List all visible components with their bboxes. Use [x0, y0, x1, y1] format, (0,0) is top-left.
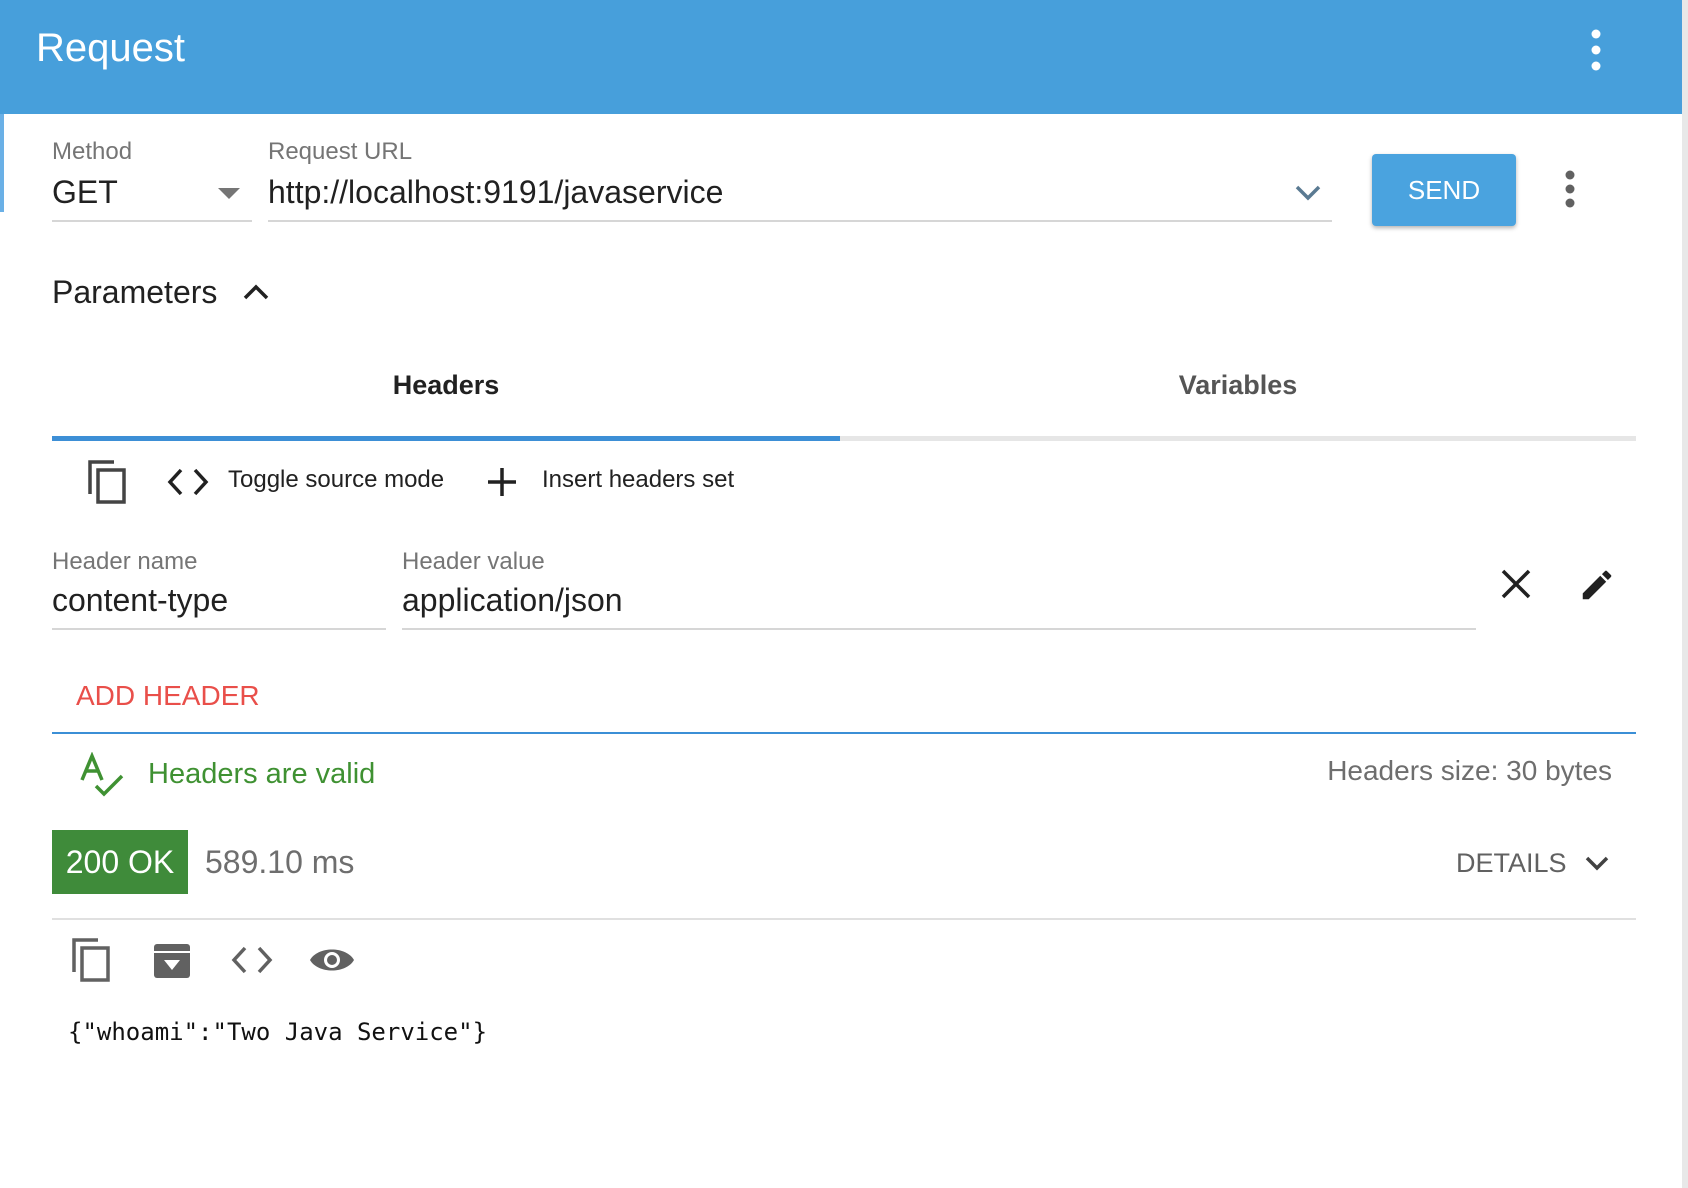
header-value-underline	[402, 628, 1476, 630]
header-name-input[interactable]: content-type	[52, 580, 386, 630]
details-label: DETAILS	[1456, 848, 1567, 878]
window-edge	[1682, 0, 1688, 1188]
save-archive-icon[interactable]	[152, 940, 192, 980]
focus-edge	[0, 114, 4, 212]
copy-response-icon[interactable]	[70, 936, 112, 984]
status-badge: 200 OK	[52, 830, 188, 894]
tab-headers[interactable]: Headers	[52, 370, 840, 410]
spellcheck-valid-icon	[78, 752, 126, 798]
code-icon[interactable]	[166, 466, 210, 498]
tab-variables[interactable]: Variables	[840, 370, 1636, 410]
header-value-input[interactable]: application/json	[402, 580, 1476, 630]
response-body: {"whoami":"Two Java Service"}	[68, 1018, 488, 1046]
parameters-title: Parameters	[52, 274, 218, 310]
chevron-down-icon[interactable]	[1294, 184, 1322, 202]
url-value: http://localhost:9191/javaservice	[268, 174, 724, 210]
header-value-label: Header value	[402, 548, 545, 575]
copy-icon[interactable]	[86, 458, 128, 506]
tab-indicator	[52, 436, 840, 441]
app-title: Request	[36, 26, 185, 70]
header-name-label: Header name	[52, 548, 198, 575]
headers-size-text: Headers size: 30 bytes	[1327, 755, 1612, 786]
request-options-icon[interactable]	[1560, 170, 1580, 210]
toggle-source-mode-button[interactable]: Toggle source mode	[228, 466, 444, 494]
header-name-underline	[52, 628, 386, 630]
dropdown-arrow-icon	[218, 188, 240, 200]
add-header-button[interactable]: ADD HEADER	[76, 680, 260, 712]
header-value-value: application/json	[402, 582, 623, 618]
url-label: Request URL	[268, 138, 413, 165]
response-divider	[52, 918, 1636, 920]
eye-preview-icon[interactable]	[308, 944, 356, 976]
insert-headers-set-button[interactable]: Insert headers set	[542, 466, 734, 494]
response-time: 589.10 ms	[205, 844, 355, 880]
method-value: GET	[52, 174, 118, 210]
url-input[interactable]: http://localhost:9191/javaservice	[268, 170, 1332, 224]
chevron-up-icon[interactable]	[242, 282, 270, 302]
code-view-icon[interactable]	[230, 944, 274, 976]
more-vert-icon[interactable]	[1576, 26, 1616, 76]
headers-valid-text: Headers are valid	[148, 758, 376, 790]
edit-pencil-icon[interactable]	[1578, 566, 1616, 604]
url-underline	[268, 220, 1332, 222]
method-select[interactable]: GET	[52, 170, 252, 224]
plus-icon[interactable]	[486, 466, 518, 498]
send-button[interactable]: SEND	[1372, 154, 1516, 226]
app-bar: Request	[0, 0, 1688, 114]
close-icon[interactable]	[1500, 568, 1532, 600]
method-underline	[52, 220, 252, 222]
header-name-value: content-type	[52, 582, 229, 618]
details-button[interactable]: DETAILS	[1456, 848, 1610, 880]
details-chevron-icon	[1584, 849, 1610, 880]
method-label: Method	[52, 138, 133, 165]
headers-divider	[52, 732, 1636, 734]
